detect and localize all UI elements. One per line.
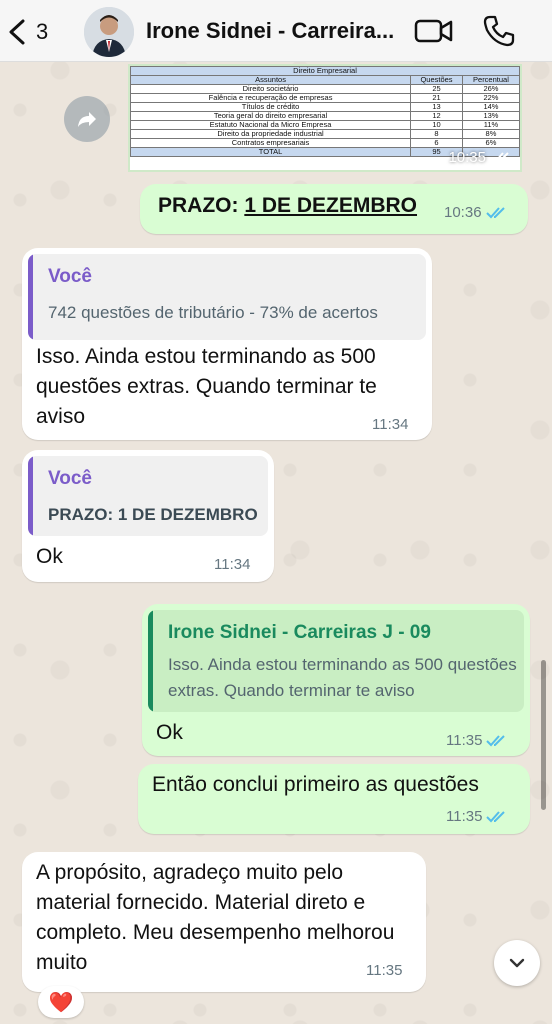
video-call-button[interactable] bbox=[414, 16, 454, 46]
scrollbar[interactable] bbox=[541, 660, 546, 810]
prazo-prefix: PRAZO: bbox=[158, 194, 245, 217]
date-link[interactable]: 1 DE DEZEMBRO bbox=[244, 194, 417, 217]
quoted-message[interactable]: Você 742 questões de tributário - 73% de… bbox=[28, 254, 426, 340]
chat-header: 3 Irone Sidnei - Carreira... bbox=[0, 0, 552, 62]
message-timestamp: 11:35 bbox=[366, 962, 402, 979]
message-timestamp: 11:35 bbox=[446, 732, 508, 749]
phone-icon bbox=[483, 15, 515, 47]
reaction-badge[interactable]: ❤️ bbox=[38, 986, 84, 1018]
quote-text: Isso. Ainda estou terminando as 500 ques… bbox=[168, 655, 517, 700]
voice-call-button[interactable] bbox=[482, 14, 516, 48]
quoted-message[interactable]: Você PRAZO: 1 DE DEZEMBRO bbox=[28, 456, 268, 536]
message-text: A propósito, agradeço muito pelo materia… bbox=[36, 861, 395, 974]
image-table: Direito Empresarial Assuntos Questões Pe… bbox=[130, 66, 520, 157]
quote-bar bbox=[28, 254, 33, 340]
quote-author: Irone Sidnei - Carreiras J - 09 bbox=[168, 622, 431, 643]
message-text: Isso. Ainda estou terminando as 500 ques… bbox=[36, 345, 377, 428]
message-bubble-outgoing[interactable]: Então conclui primeiro as questões 11:35 bbox=[138, 764, 530, 834]
forward-arrow-icon bbox=[78, 112, 96, 127]
table-caption: Direito Empresarial bbox=[130, 66, 520, 76]
time-text: 10:35 bbox=[448, 149, 486, 166]
time-text: 11:34 bbox=[214, 556, 251, 573]
quote-bar bbox=[148, 610, 153, 712]
table-row: Estatuto Nacional da Micro Empresa 10 11% bbox=[130, 120, 520, 130]
quote-author: Você bbox=[48, 468, 93, 489]
double-check-icon bbox=[486, 810, 506, 822]
chat-title[interactable]: Irone Sidnei - Carreira... bbox=[146, 18, 398, 44]
message-text: Então conclui primeiro as questões bbox=[152, 773, 479, 796]
message-bubble-outgoing[interactable]: Irone Sidnei - Carreiras J - 09 Isso. Ai… bbox=[142, 604, 530, 756]
time-text: 11:35 bbox=[446, 732, 483, 749]
chevron-down-icon bbox=[509, 958, 525, 968]
table-row: Falência e recuperação de empresas 21 22% bbox=[130, 93, 520, 103]
avatar[interactable] bbox=[84, 7, 134, 57]
video-camera-icon bbox=[414, 19, 453, 43]
total-label: TOTAL bbox=[130, 147, 412, 157]
scroll-to-bottom-button[interactable] bbox=[494, 940, 540, 986]
message-text: Ok bbox=[156, 721, 183, 744]
message-text: Ok bbox=[36, 545, 63, 568]
message-bubble-incoming[interactable]: Você PRAZO: 1 DE DEZEMBRO Ok 11:34 bbox=[22, 450, 274, 582]
heart-icon: ❤️ bbox=[48, 991, 74, 1014]
message-timestamp: 10:36 bbox=[444, 204, 508, 221]
time-text: 11:35 bbox=[366, 962, 403, 979]
image-timestamp: 10:35 bbox=[448, 149, 512, 166]
double-check-icon bbox=[490, 151, 509, 163]
forward-button[interactable] bbox=[64, 96, 110, 142]
quoted-message[interactable]: Irone Sidnei - Carreiras J - 09 Isso. Ai… bbox=[148, 610, 524, 712]
message-bubble-incoming[interactable]: Você 742 questões de tributário - 73% de… bbox=[22, 248, 432, 440]
back-button[interactable]: 3 bbox=[8, 14, 68, 50]
quote-author: Você bbox=[48, 266, 93, 287]
time-text: 11:34 bbox=[372, 416, 409, 433]
table-row: Direito da propriedade industrial 8 8% bbox=[130, 129, 520, 139]
unread-count: 3 bbox=[36, 19, 49, 44]
double-check-icon bbox=[486, 734, 506, 746]
message-text: PRAZO: 1 DE DEZEMBRO bbox=[158, 194, 417, 218]
message-timestamp: 11:34 bbox=[214, 556, 250, 573]
message-bubble-outgoing[interactable]: PRAZO: 1 DE DEZEMBRO 10:36 bbox=[140, 184, 528, 234]
quote-text: 742 questões de tributário - 73% de acer… bbox=[48, 303, 378, 322]
message-timestamp: 11:34 bbox=[372, 416, 408, 433]
table-row: Contratos empresariais 6 6% bbox=[130, 138, 520, 148]
cell: 6% bbox=[461, 138, 520, 148]
quote-bar bbox=[28, 456, 33, 536]
time-text: 11:35 bbox=[446, 808, 483, 825]
image-message[interactable]: Direito Empresarial Assuntos Questões Pe… bbox=[128, 64, 522, 172]
message-bubble-incoming[interactable]: A propósito, agradeço muito pelo materia… bbox=[22, 852, 426, 992]
quote-text: PRAZO: 1 DE DEZEMBRO bbox=[48, 505, 258, 524]
chevron-left-icon bbox=[9, 19, 25, 45]
double-check-icon bbox=[485, 206, 505, 218]
message-timestamp: 11:35 bbox=[446, 808, 508, 825]
time-text: 10:36 bbox=[444, 204, 482, 221]
